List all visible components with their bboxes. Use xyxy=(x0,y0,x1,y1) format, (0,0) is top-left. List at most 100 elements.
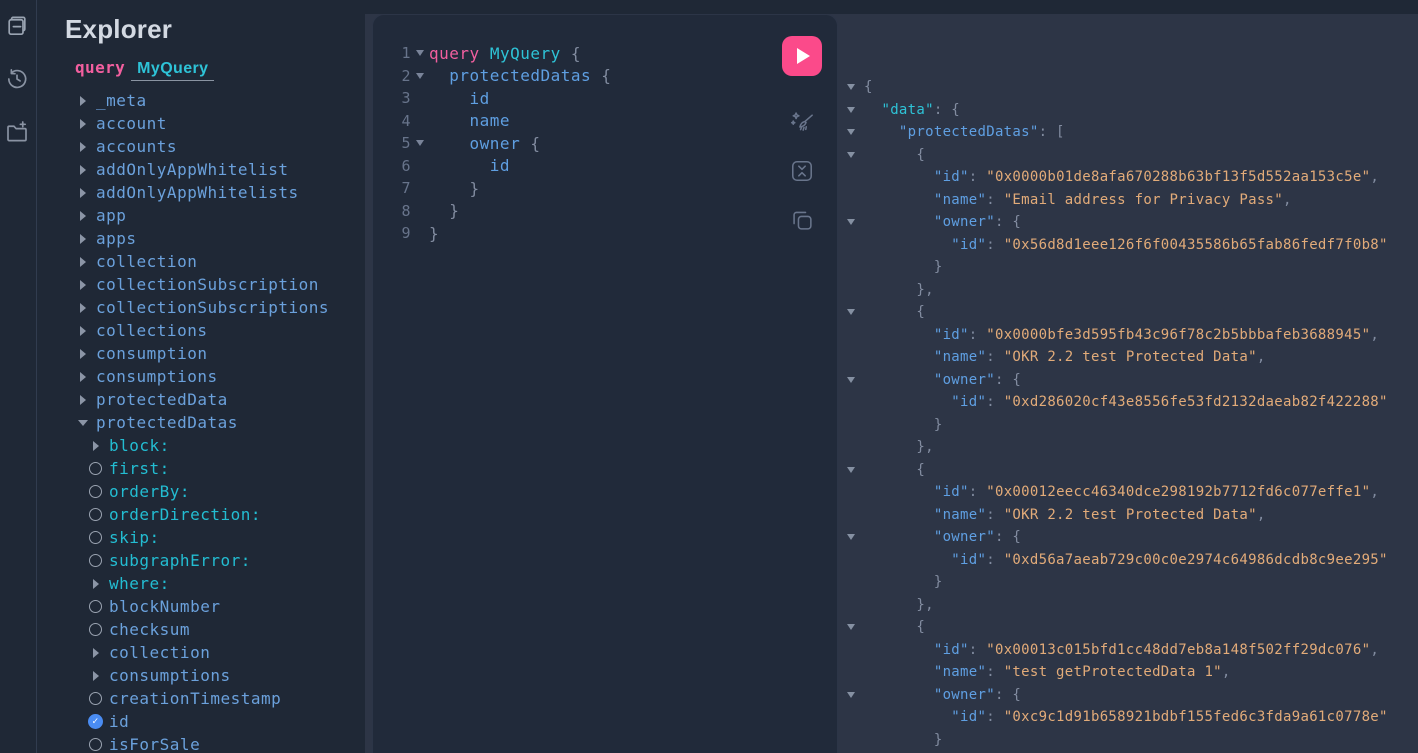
tree-item-collection[interactable]: collection xyxy=(37,250,365,273)
chevron-right-icon[interactable] xyxy=(75,280,90,290)
tree-item-account[interactable]: account xyxy=(37,112,365,135)
merge-fragments-icon[interactable] xyxy=(789,158,815,184)
fold-arrow-icon[interactable] xyxy=(411,140,429,146)
chevron-right-icon[interactable] xyxy=(75,165,90,175)
chevron-right-icon[interactable] xyxy=(75,303,90,313)
fold-arrow-icon[interactable] xyxy=(838,467,864,473)
tree-item-protectedData[interactable]: protectedData xyxy=(37,388,365,411)
tree-item-checksum[interactable]: checksum xyxy=(37,618,365,641)
tree-item-addOnlyAppWhitelist[interactable]: addOnlyAppWhitelist xyxy=(37,158,365,181)
docs-icon[interactable] xyxy=(5,13,31,39)
tree-item-app[interactable]: app xyxy=(37,204,365,227)
tree-item-first[interactable]: first: xyxy=(37,457,365,480)
tree-item-apps[interactable]: apps xyxy=(37,227,365,250)
fold-arrow-icon[interactable] xyxy=(838,534,864,540)
history-icon[interactable] xyxy=(5,66,31,92)
chevron-right-icon[interactable] xyxy=(75,395,90,405)
tree-item-isForSale[interactable]: isForSale xyxy=(37,733,365,753)
chevron-down-icon[interactable] xyxy=(75,420,90,426)
editor-line[interactable]: 9} xyxy=(373,222,837,245)
fold-arrow-icon[interactable] xyxy=(411,73,429,79)
execute-play-icon[interactable] xyxy=(782,36,822,76)
chevron-right-icon[interactable] xyxy=(88,579,103,589)
chevron-right-icon[interactable] xyxy=(75,326,90,336)
editor-line[interactable]: 5 owner { xyxy=(373,132,837,155)
fold-arrow-icon[interactable] xyxy=(838,624,864,630)
unchecked-field-icon[interactable] xyxy=(88,738,103,751)
tree-item-label: isForSale xyxy=(109,735,200,753)
tree-item-orderBy[interactable]: orderBy: xyxy=(37,480,365,503)
fold-arrow-icon[interactable] xyxy=(838,219,864,225)
fold-arrow-icon[interactable] xyxy=(838,107,864,113)
tree-item-block[interactable]: block: xyxy=(37,434,365,457)
tree-item-label: collectionSubscriptions xyxy=(96,298,329,317)
chevron-right-icon[interactable] xyxy=(75,257,90,267)
tree-item-collections[interactable]: collections xyxy=(37,319,365,342)
fold-arrow-icon[interactable] xyxy=(411,50,429,56)
editor-line[interactable]: 3 id xyxy=(373,87,837,110)
chevron-right-icon[interactable] xyxy=(75,188,90,198)
editor-line[interactable]: 4 name xyxy=(373,110,837,133)
tree-item-skip[interactable]: skip: xyxy=(37,526,365,549)
tree-item-label: protectedData xyxy=(96,390,228,409)
fold-arrow-icon[interactable] xyxy=(838,84,864,90)
chevron-right-icon[interactable] xyxy=(75,142,90,152)
fold-arrow-icon[interactable] xyxy=(838,692,864,698)
tree-item-_meta[interactable]: _meta xyxy=(37,89,365,112)
unchecked-field-icon[interactable] xyxy=(88,485,103,498)
fold-arrow-icon[interactable] xyxy=(838,129,864,135)
operation-name-input[interactable]: MyQuery xyxy=(131,60,214,81)
tree-item-id[interactable]: ✓id xyxy=(37,710,365,733)
tree-item-orderDirection[interactable]: orderDirection: xyxy=(37,503,365,526)
tree-item-addOnlyAppWhitelists[interactable]: addOnlyAppWhitelists xyxy=(37,181,365,204)
tree-item-blockNumber[interactable]: blockNumber xyxy=(37,595,365,618)
editor-line[interactable]: 6 id xyxy=(373,155,837,178)
unchecked-field-icon[interactable] xyxy=(88,508,103,521)
unchecked-field-icon[interactable] xyxy=(88,554,103,567)
tree-item-accounts[interactable]: accounts xyxy=(37,135,365,158)
tree-item-consumption[interactable]: consumption xyxy=(37,342,365,365)
tree-item-creationTimestamp[interactable]: creationTimestamp xyxy=(37,687,365,710)
chevron-right-icon[interactable] xyxy=(75,211,90,221)
tree-item-collectionSubscriptions[interactable]: collectionSubscriptions xyxy=(37,296,365,319)
chevron-right-icon[interactable] xyxy=(75,234,90,244)
chevron-right-icon[interactable] xyxy=(75,96,90,106)
tree-item-collection[interactable]: collection xyxy=(37,641,365,664)
chevron-right-icon[interactable] xyxy=(75,349,90,359)
tree-item-label: collection xyxy=(96,252,197,271)
editor-line[interactable]: 8 } xyxy=(373,200,837,223)
editor-line[interactable]: 7 } xyxy=(373,177,837,200)
editor-line[interactable]: 2 protectedDatas { xyxy=(373,65,837,88)
fold-arrow-icon[interactable] xyxy=(838,309,864,315)
unchecked-field-icon[interactable] xyxy=(88,692,103,705)
copy-query-icon[interactable] xyxy=(789,207,815,233)
prettify-icon[interactable] xyxy=(789,110,815,136)
tree-item-protectedDatas[interactable]: protectedDatas xyxy=(37,411,365,434)
tree-item-label: protectedDatas xyxy=(96,413,238,432)
query-editor[interactable]: 1query MyQuery {2 protectedDatas {3 id4 … xyxy=(372,14,838,753)
response-line: "data": { xyxy=(838,99,1418,122)
unchecked-field-icon[interactable] xyxy=(88,531,103,544)
explorer-folder-icon[interactable] xyxy=(5,119,31,145)
tree-item-consumptions[interactable]: consumptions xyxy=(37,664,365,687)
tree-item-consumptions[interactable]: consumptions xyxy=(37,365,365,388)
unchecked-field-icon[interactable] xyxy=(88,600,103,613)
tree-item-where[interactable]: where: xyxy=(37,572,365,595)
query-editor-code[interactable]: 1query MyQuery {2 protectedDatas {3 id4 … xyxy=(373,15,837,245)
fold-arrow-icon[interactable] xyxy=(838,152,864,158)
checked-field-icon[interactable]: ✓ xyxy=(88,714,103,729)
response-line: { xyxy=(838,459,1418,482)
unchecked-field-icon[interactable] xyxy=(88,623,103,636)
fold-arrow-icon[interactable] xyxy=(838,377,864,383)
chevron-right-icon[interactable] xyxy=(88,441,103,451)
chevron-right-icon[interactable] xyxy=(88,671,103,681)
response-line: "owner": { xyxy=(838,526,1418,549)
chevron-right-icon[interactable] xyxy=(75,372,90,382)
unchecked-field-icon[interactable] xyxy=(88,462,103,475)
editor-line[interactable]: 1query MyQuery { xyxy=(373,42,837,65)
response-panel[interactable]: { "data": { "protectedDatas": [ { "id": … xyxy=(838,14,1418,753)
tree-item-subgraphError[interactable]: subgraphError: xyxy=(37,549,365,572)
chevron-right-icon[interactable] xyxy=(88,648,103,658)
tree-item-collectionSubscription[interactable]: collectionSubscription xyxy=(37,273,365,296)
chevron-right-icon[interactable] xyxy=(75,119,90,129)
